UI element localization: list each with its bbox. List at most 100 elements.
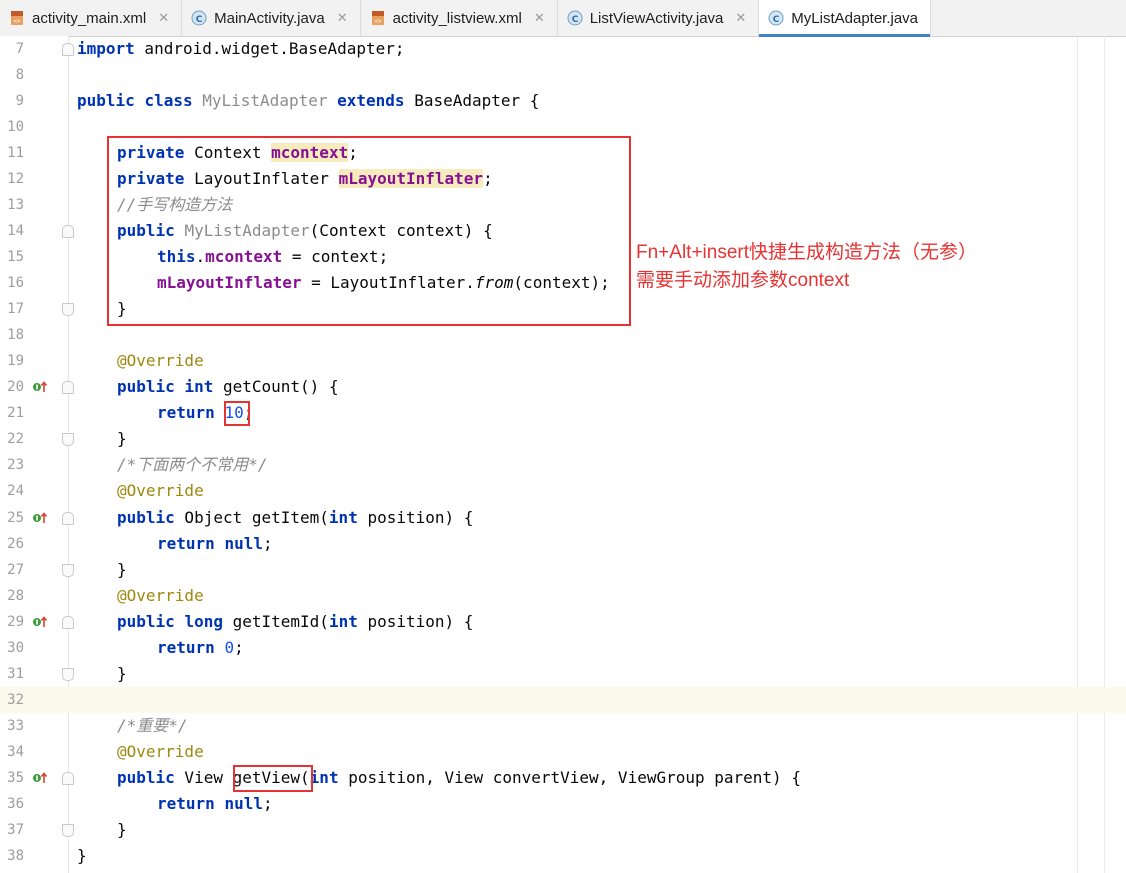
line-number: 25: [7, 510, 24, 526]
code-line: 36 return null;: [0, 791, 1126, 817]
line-number: 20: [7, 379, 24, 395]
keyword: extends: [337, 91, 405, 110]
code-token: View: [174, 768, 233, 787]
implements-method-icon[interactable]: [32, 379, 48, 393]
fold-marker-icon[interactable]: [62, 225, 74, 238]
line-number: 15: [7, 249, 24, 265]
fold-marker-icon[interactable]: [62, 512, 74, 525]
code-line: 26 return null;: [0, 531, 1126, 557]
tab-listviewactivity-java[interactable]: C ListViewActivity.java ✕: [558, 0, 760, 36]
code-token: getItemId(: [222, 612, 329, 631]
fold-marker-icon[interactable]: [62, 433, 74, 446]
line-number: 19: [7, 353, 24, 369]
line-number: 17: [7, 301, 24, 317]
line-number: 23: [7, 457, 24, 473]
class-name: MyListAdapter: [202, 91, 328, 110]
code-text: }: [117, 664, 127, 683]
fold-marker-icon[interactable]: [62, 616, 74, 629]
line-number: 12: [7, 171, 24, 187]
line-number: 18: [7, 327, 24, 343]
line-number: 7: [15, 41, 24, 57]
fold-marker-icon[interactable]: [62, 43, 74, 56]
code-line-current[interactable]: 32: [0, 687, 1126, 713]
line-number: 9: [15, 93, 24, 109]
keyword: public: [117, 768, 175, 787]
close-icon[interactable]: ✕: [158, 10, 169, 26]
fold-marker-icon[interactable]: [62, 824, 74, 837]
svg-text:C: C: [196, 15, 203, 25]
code-comment: /*重要*/: [117, 716, 188, 735]
line-number: 30: [7, 640, 24, 656]
code-line: 29 public long getItemId(int position) {: [0, 609, 1126, 635]
tab-mainactivity-java[interactable]: C MainActivity.java ✕: [182, 0, 361, 36]
tab-label: activity_main.xml: [32, 9, 147, 27]
code-line: 30 return 0;: [0, 635, 1126, 661]
keyword: public: [77, 91, 135, 110]
code-line: 23 /*下面两个不常用*/: [0, 452, 1126, 478]
code-text: public long getItemId(int position) {: [117, 609, 473, 635]
fold-marker-icon[interactable]: [62, 381, 74, 394]
code-line: 34 @Override: [0, 739, 1126, 765]
line-number: 37: [7, 822, 24, 838]
line-number: 29: [7, 614, 24, 630]
code-line: 31 }: [0, 661, 1126, 687]
keyword: int: [328, 508, 358, 527]
annotation-override: @Override: [117, 742, 204, 761]
code-token: position, View convertView, ViewGroup pa…: [338, 768, 801, 787]
line-number: 31: [7, 666, 24, 682]
fold-marker-icon[interactable]: [62, 772, 74, 785]
line-number: 10: [7, 119, 24, 135]
tab-label: ListViewActivity.java: [589, 9, 724, 27]
tab-activity-main-xml[interactable]: <> activity_main.xml ✕: [0, 0, 183, 36]
svg-text:<>: <>: [13, 18, 21, 25]
constructor-highlight-box: [107, 136, 631, 326]
line-number: 21: [7, 405, 24, 421]
keyword: return: [157, 403, 215, 422]
xml-file-icon: <>: [369, 9, 387, 27]
keyword: int: [328, 612, 358, 631]
svg-text:C: C: [773, 15, 780, 25]
close-icon[interactable]: ✕: [735, 10, 746, 26]
code-text: public int getCount() {: [117, 374, 339, 400]
tab-activity-listview-xml[interactable]: <> activity_listview.xml ✕: [361, 0, 558, 36]
annotation-note-context: 需要手动添加参数context: [636, 270, 850, 291]
tab-label: MyListAdapter.java: [791, 9, 919, 27]
keyword: import: [77, 39, 135, 58]
line-number: 35: [7, 770, 24, 786]
tab-mylistadapter-java[interactable]: C MyListAdapter.java: [759, 0, 932, 37]
keyword: long: [184, 612, 223, 631]
line-number: 22: [7, 431, 24, 447]
line-number: 26: [7, 536, 24, 552]
code-token: ;: [262, 794, 273, 813]
tab-label: activity_listview.xml: [392, 9, 522, 27]
line-number: 14: [7, 223, 24, 239]
code-text: return null;: [157, 791, 273, 817]
fold-marker-icon[interactable]: [62, 303, 74, 316]
fold-marker-icon[interactable]: [62, 668, 74, 681]
svg-text:C: C: [571, 15, 578, 25]
close-icon[interactable]: ✕: [337, 10, 348, 26]
code-token: BaseAdapter {: [404, 91, 540, 110]
xml-file-icon: <>: [8, 9, 26, 27]
line-number: 11: [7, 145, 24, 161]
code-line: 37 }: [0, 817, 1126, 843]
implements-method-icon[interactable]: [32, 510, 48, 524]
line-number: 8: [15, 67, 24, 83]
code-text: import android.widget.BaseAdapter;: [77, 36, 405, 62]
code-line: 21 return 10;: [0, 400, 1126, 426]
code-line: 25 public Object getItem(int position) {: [0, 505, 1126, 531]
code-token: ;: [262, 534, 273, 553]
close-icon[interactable]: ✕: [534, 10, 545, 26]
implements-method-icon[interactable]: [32, 770, 48, 784]
code-line: 33 /*重要*/: [0, 713, 1126, 739]
code-line: 28 @Override: [0, 583, 1126, 609]
code-line: 24 @Override: [0, 478, 1126, 504]
editor-tab-bar: <> activity_main.xml ✕ C MainActivity.ja…: [0, 0, 1126, 37]
annotation-override: @Override: [117, 481, 204, 500]
keyword: return: [157, 638, 215, 657]
tab-label: MainActivity.java: [214, 9, 325, 27]
implements-method-icon[interactable]: [32, 614, 48, 628]
keyword: return: [157, 534, 215, 553]
fold-marker-icon[interactable]: [62, 564, 74, 577]
keyword: public: [117, 508, 175, 527]
